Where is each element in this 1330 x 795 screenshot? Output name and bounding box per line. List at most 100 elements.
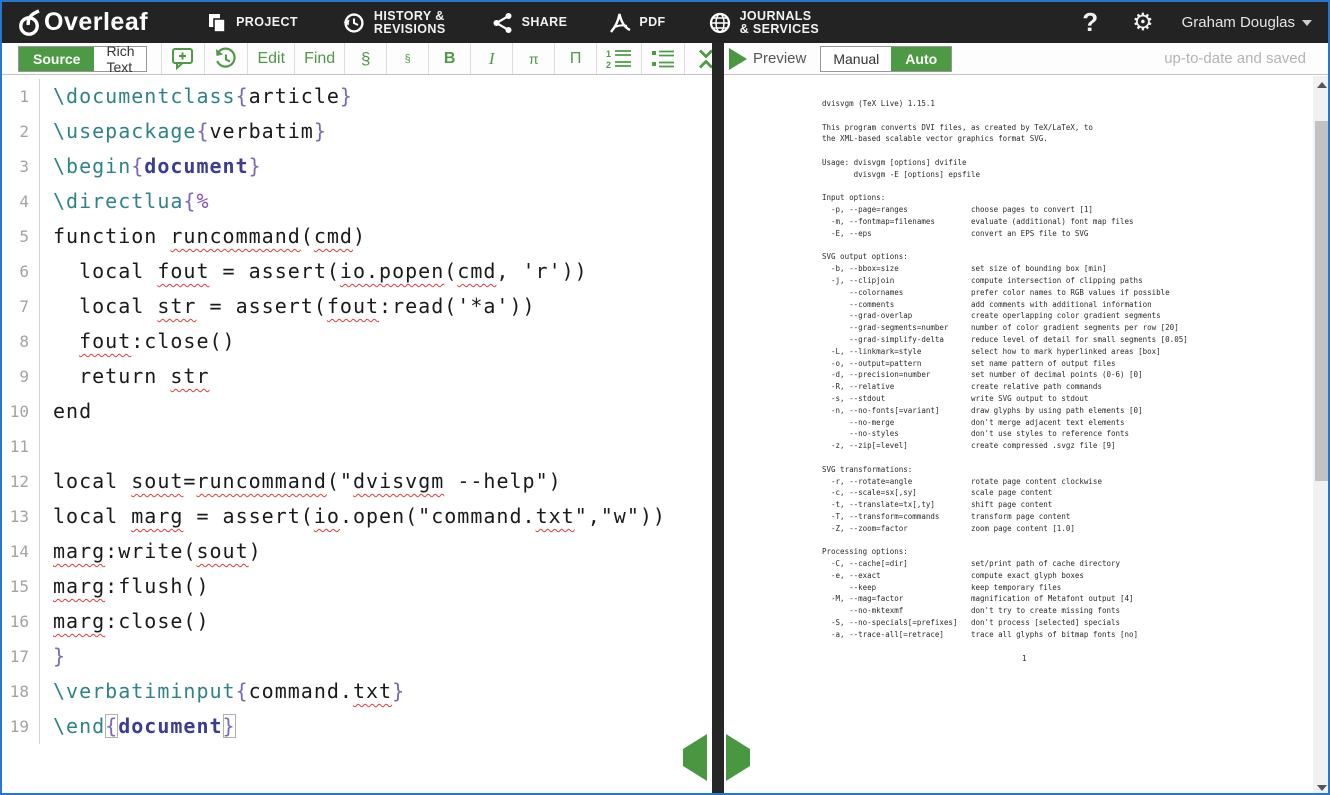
chevron-down-icon	[1302, 20, 1312, 26]
svg-text:2: 2	[606, 60, 611, 69]
history-clock-icon	[342, 11, 366, 35]
top-navbar: Overleaf PROJECT HISTORY & REVISIONS	[2, 2, 1328, 43]
nav-label: PDF	[639, 16, 665, 29]
code-line[interactable]: 11	[2, 429, 712, 464]
code-line[interactable]: 10end	[2, 394, 712, 429]
code-text: \usepackage{verbatim}	[40, 114, 327, 149]
line-number: 2	[2, 114, 40, 149]
code-line[interactable]: 4\directlua{%	[2, 184, 712, 219]
user-name: Graham Douglas	[1182, 14, 1295, 31]
save-status: up-to-date and saved	[1164, 50, 1306, 67]
logo-text: Overleaf	[44, 8, 148, 37]
line-number: 19	[2, 709, 40, 744]
code-line[interactable]: 14marg:write(sout)	[2, 534, 712, 569]
line-number: 18	[2, 674, 40, 709]
code-line[interactable]: 19\end{document}	[2, 709, 712, 744]
scroll-down-arrow-icon[interactable]	[1317, 785, 1327, 791]
line-number: 15	[2, 569, 40, 604]
source-editor-pane[interactable]: 1\documentclass{article}2\usepackage{ver…	[2, 76, 712, 795]
code-line[interactable]: 12local sout=runcommand("dvisvgm --help"…	[2, 464, 712, 499]
bullet-list-button[interactable]	[641, 43, 684, 74]
line-number: 13	[2, 499, 40, 534]
nav-label: JOURNALS & SERVICES	[740, 10, 820, 36]
line-number: 3	[2, 149, 40, 184]
preview-scrollbar[interactable]	[1313, 76, 1330, 795]
pane-divider[interactable]	[712, 43, 724, 795]
code-line[interactable]: 15marg:flush()	[2, 569, 712, 604]
nav-item-pdf[interactable]: PDF	[609, 12, 665, 34]
display-math-button[interactable]: Π	[554, 43, 596, 74]
editor-toolbar-buttons: Edit Find § § B I π Π 1 2	[161, 43, 771, 74]
richtext-tab[interactable]: Rich Text	[94, 47, 146, 71]
line-number: 9	[2, 359, 40, 394]
code-text: }	[40, 639, 66, 674]
pdf-page-number: 1	[1022, 654, 1027, 663]
subsection-button[interactable]: §	[386, 43, 428, 74]
code-text: local marg = assert(io.open("command.txt…	[40, 499, 666, 534]
line-number: 10	[2, 394, 40, 429]
code-text: return str	[40, 359, 210, 394]
line-number: 12	[2, 464, 40, 499]
comment-plus-icon	[171, 47, 195, 70]
pdf-text: dvisvgm (TeX Live) 1.15.1 This program c…	[822, 98, 1188, 641]
track-changes-button[interactable]	[204, 43, 247, 74]
pdf-preview-pane: dvisvgm (TeX Live) 1.15.1 This program c…	[724, 76, 1330, 795]
code-text: local fout = assert(io.popen(cmd, 'r'))	[40, 254, 588, 289]
nav-item-share[interactable]: SHARE	[492, 12, 568, 34]
nav-item-history-revisions[interactable]: HISTORY & REVISIONS	[342, 10, 446, 36]
manual-compile-button[interactable]: Manual	[821, 47, 891, 71]
code-line[interactable]: 6 local fout = assert(io.popen(cmd, 'r')…	[2, 254, 712, 289]
italic-button[interactable]: I	[470, 43, 512, 74]
code-line[interactable]: 1\documentclass{article}	[2, 79, 712, 114]
help-button[interactable]: ?	[1082, 7, 1098, 38]
nav-label: PROJECT	[236, 16, 298, 29]
code-lines: 1\documentclass{article}2\usepackage{ver…	[2, 76, 712, 744]
user-menu[interactable]: Graham Douglas	[1182, 14, 1312, 31]
find-button[interactable]: Find	[294, 43, 344, 74]
code-line[interactable]: 9 return str	[2, 359, 712, 394]
inline-math-button[interactable]: π	[512, 43, 554, 74]
code-line[interactable]: 17}	[2, 639, 712, 674]
edit-menu-button[interactable]: Edit	[247, 43, 294, 74]
bold-button[interactable]: B	[428, 43, 470, 74]
code-line[interactable]: 3\begin{document}	[2, 149, 712, 184]
section-button[interactable]: §	[344, 43, 386, 74]
project-pages-icon	[206, 12, 228, 34]
code-text: marg:close()	[40, 604, 210, 639]
code-text: \verbatiminput{command.txt}	[40, 674, 405, 709]
nav-item-project[interactable]: PROJECT	[206, 12, 298, 34]
code-line[interactable]: 7 local str = assert(fout:read('*a'))	[2, 289, 712, 324]
line-number: 8	[2, 324, 40, 359]
source-tab[interactable]: Source	[19, 47, 94, 71]
code-line[interactable]: 8 fout:close()	[2, 324, 712, 359]
scrollbar-thumb[interactable]	[1315, 121, 1328, 481]
bottom-expand-preview-triangle[interactable]	[726, 749, 750, 767]
settings-gear-icon[interactable]: ⚙	[1132, 11, 1154, 35]
code-line[interactable]: 13local marg = assert(io.open("command.t…	[2, 499, 712, 534]
line-number: 4	[2, 184, 40, 219]
code-line[interactable]: 5function runcommand(cmd)	[2, 219, 712, 254]
code-text: marg:write(sout)	[40, 534, 262, 569]
share-icon	[492, 12, 514, 34]
code-line[interactable]: 16marg:close()	[2, 604, 712, 639]
expand-preview-right-triangle[interactable]	[729, 48, 747, 70]
editor-toolbar: Source Rich Text	[2, 43, 712, 75]
code-line[interactable]: 2\usepackage{verbatim}	[2, 114, 712, 149]
scroll-up-arrow-icon[interactable]	[1317, 82, 1327, 88]
code-text: \begin{document}	[40, 149, 262, 184]
nav-label: SHARE	[522, 16, 568, 29]
overleaf-logo[interactable]: Overleaf	[16, 8, 148, 37]
preview-label: Preview	[753, 50, 806, 67]
nav-label: HISTORY & REVISIONS	[374, 10, 446, 36]
overleaf-window: Overleaf PROJECT HISTORY & REVISIONS	[0, 0, 1330, 795]
source-richtext-toggle: Source Rich Text	[18, 46, 147, 72]
line-number: 6	[2, 254, 40, 289]
line-number: 11	[2, 429, 40, 464]
code-text: marg:flush()	[40, 569, 210, 604]
code-line[interactable]: 18\verbatiminput{command.txt}	[2, 674, 712, 709]
add-comment-button[interactable]	[161, 43, 204, 74]
nav-item-journals-services[interactable]: JOURNALS & SERVICES	[708, 10, 820, 36]
bottom-collapse-editor-triangle[interactable]	[683, 749, 707, 767]
auto-compile-button[interactable]: Auto	[891, 47, 951, 71]
numbered-list-button[interactable]: 1 2	[596, 43, 641, 74]
